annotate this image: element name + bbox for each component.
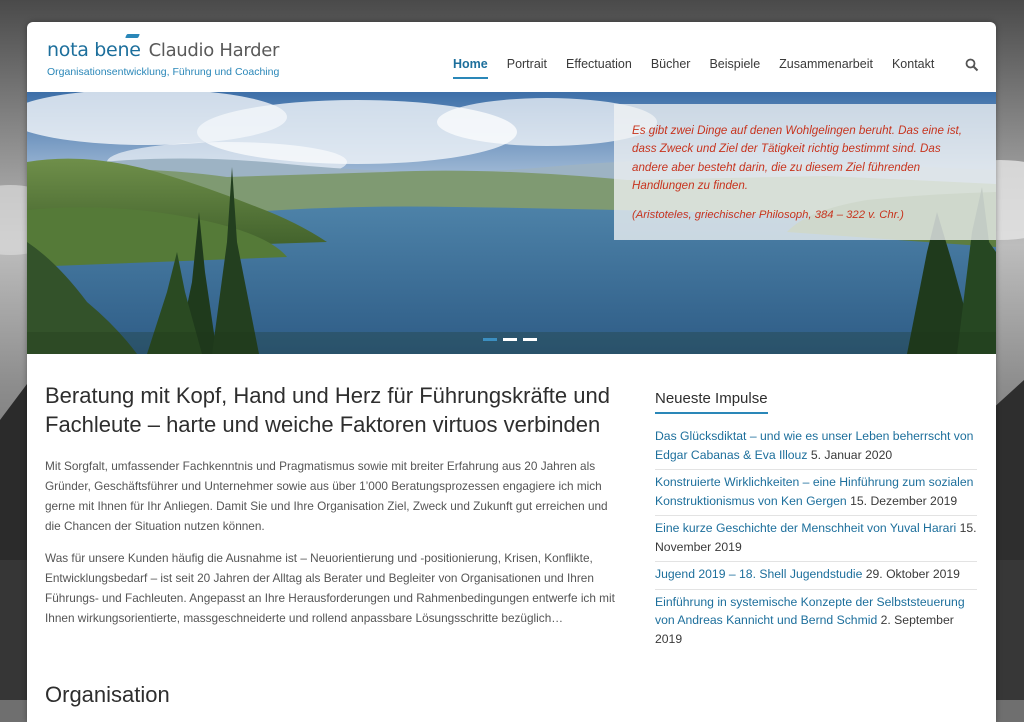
post-item: Das Glücksdiktat – und wie es unser Lebe… — [655, 424, 977, 470]
sidebar: Neueste Impulse Das Glücksdiktat – und w… — [655, 388, 977, 653]
logo-line: nota bene Claudio Harder — [47, 34, 280, 61]
post-date: 15. Dezember 2019 — [850, 493, 958, 508]
slider-dot-1[interactable] — [483, 338, 497, 341]
sidebar-title: Neueste Impulse — [655, 390, 768, 414]
nav-item-effectuation[interactable]: Effectuation — [566, 57, 632, 79]
slider-dot-2[interactable] — [503, 338, 517, 341]
hero-slider: Es gibt zwei Dinge auf denen Wohlgelinge… — [27, 92, 996, 354]
nav-item-zusammenarbeit[interactable]: Zusammenarbeit — [779, 57, 873, 79]
page-title: Beratung mit Kopf, Hand und Herz für Füh… — [45, 383, 610, 437]
nav-item-home[interactable]: Home — [453, 57, 488, 79]
post-date: 5. Januar 2020 — [810, 447, 893, 462]
main-content: Beratung mit Kopf, Hand und Herz für Füh… — [45, 382, 615, 640]
intro-paragraph-1: Mit Sorgfalt, umfassender Fachkenntnis u… — [45, 459, 608, 533]
post-item: Einführung in systemische Konzepte der S… — [655, 590, 977, 654]
nav-item-beispiele[interactable]: Beispiele — [709, 57, 760, 79]
post-item: Konstruierte Wirklichkeiten – eine Hinfü… — [655, 470, 977, 516]
site-header: nota bene Claudio Harder Organisationsen… — [27, 22, 996, 92]
intro-paragraph-2: Was für unsere Kunden häufig die Ausnahm… — [45, 551, 615, 625]
post-item: Eine kurze Geschichte der Menschheit von… — [655, 516, 977, 562]
slider-dot-3[interactable] — [523, 338, 537, 341]
page-container: nota bene Claudio Harder Organisationsen… — [27, 22, 996, 722]
post-item: Jugend 2019 – 18. Shell Jugendstudie 29.… — [655, 562, 977, 590]
hero-quote-source: (Aristoteles, griechischer Philosoph, 38… — [632, 209, 904, 222]
hero-quote-box: Es gibt zwei Dinge auf denen Wohlgelinge… — [614, 104, 996, 240]
nav-item-kontakt[interactable]: Kontakt — [892, 57, 934, 79]
logo-tagline: Organisationsentwicklung, Führung und Co… — [47, 66, 280, 78]
post-link[interactable]: Eine kurze Geschichte der Menschheit von… — [655, 521, 956, 535]
search-icon[interactable] — [965, 58, 979, 72]
logo-hat-icon — [125, 34, 140, 38]
hero-quote-text: Es gibt zwei Dinge auf denen Wohlgelinge… — [632, 124, 962, 192]
logo-brand: nota bene — [47, 39, 141, 61]
nav-item-buecher[interactable]: Bücher — [651, 57, 691, 79]
logo-name: Claudio Harder — [148, 40, 280, 61]
section-heading-organisation: Organisation — [45, 682, 170, 707]
main-nav: Home Portrait Effectuation Bücher Beispi… — [453, 57, 934, 79]
nav-item-portrait[interactable]: Portrait — [507, 57, 547, 79]
slider-pagination — [483, 338, 537, 341]
post-link[interactable]: Jugend 2019 – 18. Shell Jugendstudie — [655, 567, 862, 581]
site-logo[interactable]: nota bene Claudio Harder Organisationsen… — [47, 34, 280, 78]
post-date: 29. Oktober 2019 — [865, 567, 960, 581]
